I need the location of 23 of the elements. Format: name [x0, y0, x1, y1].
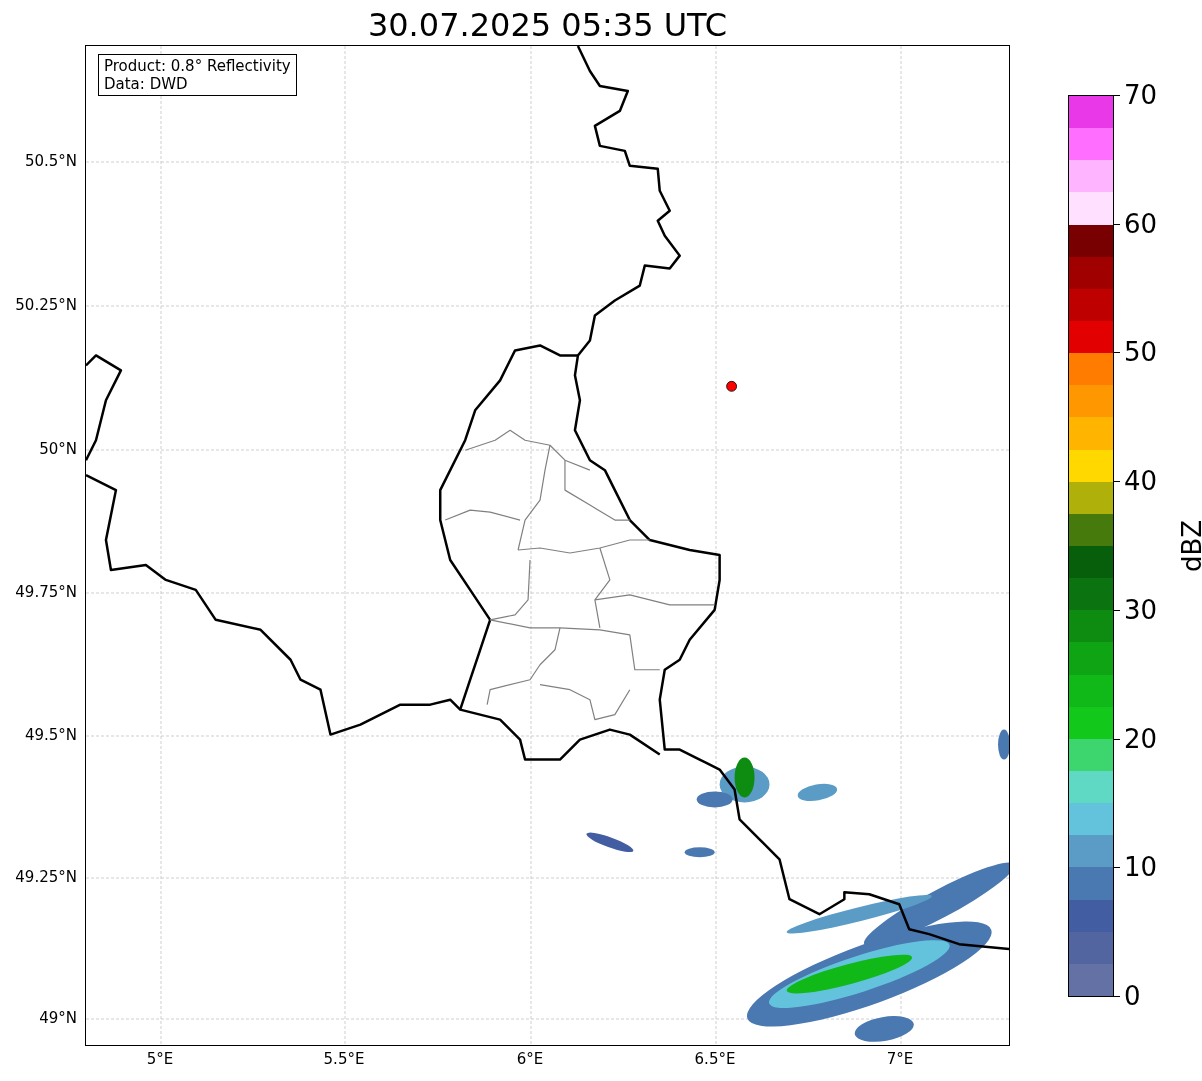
colorbar-tick-label: 40 [1124, 468, 1158, 495]
colorbar-tick-label: 30 [1124, 596, 1158, 623]
y-tick-label: 50.25°N [15, 297, 77, 313]
colorbar-tick-label: 0 [1124, 983, 1141, 1009]
colorbar-label: dBZ [1179, 518, 1202, 575]
y-tick-label: 49.5°N [24, 727, 77, 743]
y-tick-label: 49.25°N [15, 869, 77, 885]
y-tick-label: 49.75°N [15, 584, 77, 600]
chart-title: 30.07.2025 05:35 UTC [367, 4, 728, 41]
y-tick-label: 50.5°N [24, 153, 77, 169]
colorbar-tick-label: 60 [1124, 210, 1158, 237]
x-tick-label: 7°E [886, 1052, 914, 1067]
y-tick-label: 49°N [39, 1010, 77, 1026]
colorbar-tick-label: 50 [1124, 339, 1158, 366]
x-tick-label: 5°E [146, 1052, 174, 1067]
colorbar-tick-label: 70 [1124, 82, 1158, 108]
x-tick-label: 6°E [516, 1052, 544, 1067]
x-tick-label: 5.5°E [323, 1052, 365, 1067]
x-tick-label: 6.5°E [694, 1052, 736, 1067]
info-box: Product: 0.8° Reflectivity Data: DWD [98, 54, 297, 96]
y-tick-label: 50°N [39, 441, 77, 457]
colorbar-tick-label: 20 [1124, 725, 1158, 752]
colorbar-tick-label: 10 [1124, 854, 1158, 881]
